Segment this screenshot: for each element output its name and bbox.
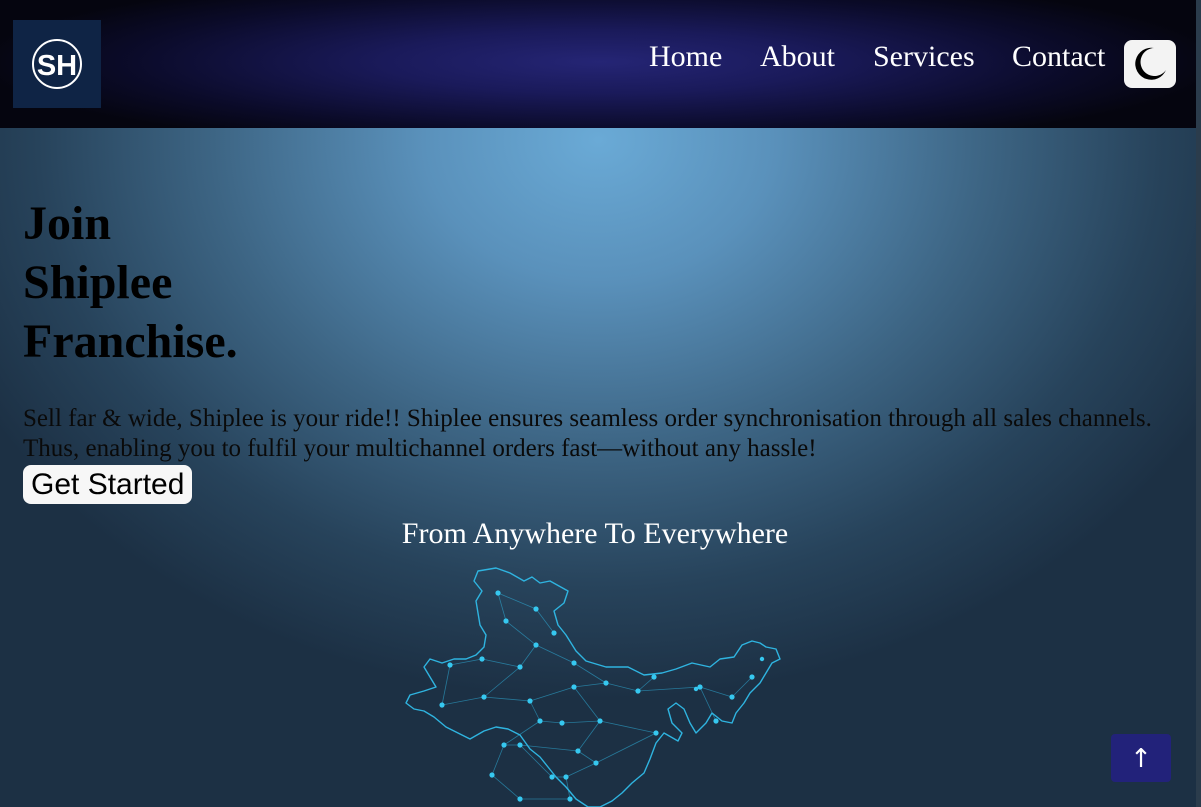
hero-title-line-3: Franchise.	[23, 315, 238, 368]
site-header: SH Home About Services Contact	[0, 0, 1196, 128]
page-scrollbar[interactable]	[1196, 0, 1201, 807]
hero-title-line-1: Join	[23, 197, 112, 250]
page: SH Home About Services Contact Join Ship…	[0, 0, 1196, 807]
nav-home-link[interactable]: Home	[649, 38, 722, 76]
nav-services-link[interactable]: Services	[873, 38, 975, 76]
india-network-map-icon	[405, 567, 781, 807]
nav-about-link[interactable]: About	[760, 38, 835, 76]
get-started-button[interactable]: Get Started	[23, 465, 193, 504]
nav-contact-link[interactable]: Contact	[1012, 38, 1105, 76]
logo-mark: SH	[32, 39, 82, 89]
moon-icon	[1135, 47, 1166, 80]
scroll-to-top-button[interactable]: ↑	[1111, 734, 1171, 782]
svg-text:SH: SH	[37, 50, 77, 82]
theme-toggle-button[interactable]	[1124, 40, 1176, 88]
logo[interactable]: SH	[13, 20, 101, 108]
hero-title: Join Shiplee Franchise.	[23, 194, 323, 371]
hero-title-line-2: Shiplee	[23, 256, 173, 309]
coverage-heading: From Anywhere To Everywhere	[401, 517, 789, 550]
hero-description: Sell far & wide, Shiplee is your ride!! …	[23, 405, 1152, 462]
